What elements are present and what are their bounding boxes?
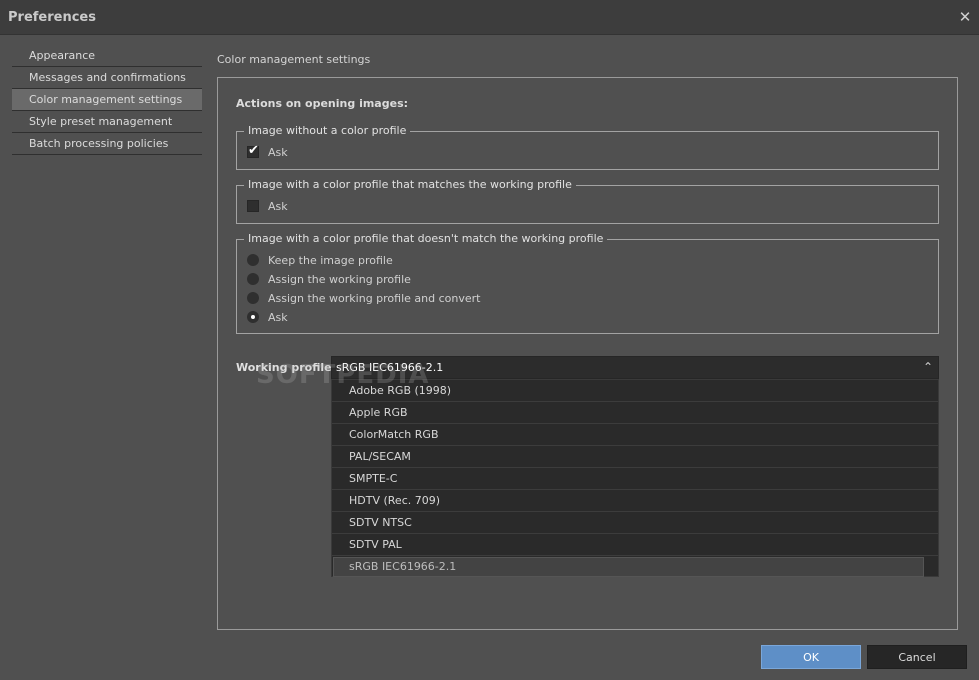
group-no-profile: Image without a color profile ✔ Ask: [236, 124, 939, 170]
cancel-button[interactable]: Cancel: [867, 645, 967, 669]
section-title: Color management settings: [217, 53, 371, 66]
actions-heading: Actions on opening images:: [236, 97, 409, 110]
group-matching-profile: Image with a color profile that matches …: [236, 178, 939, 224]
radio-ask[interactable]: Ask: [247, 311, 288, 327]
working-profile-label: Working profile:: [236, 361, 336, 374]
option-hdtv[interactable]: HDTV (Rec. 709): [332, 490, 938, 512]
radio-label: Assign the working profile: [268, 273, 411, 286]
group-matching-profile-legend: Image with a color profile that matches …: [244, 178, 576, 191]
group-mismatch-profile: Image with a color profile that doesn't …: [236, 232, 939, 334]
group-mismatch-profile-legend: Image with a color profile that doesn't …: [244, 232, 608, 245]
sidebar-item-style-presets[interactable]: Style preset management: [12, 111, 202, 133]
title-bar: Preferences ✕: [0, 0, 979, 35]
radio-icon[interactable]: [247, 273, 259, 285]
close-icon[interactable]: ✕: [957, 9, 973, 25]
option-srgb[interactable]: sRGB IEC61966-2.1: [333, 557, 924, 577]
window-title: Preferences: [8, 10, 96, 25]
radio-selected-icon[interactable]: [247, 311, 259, 323]
working-profile-options-list: Adobe RGB (1998) Apple RGB ColorMatch RG…: [331, 379, 939, 577]
radio-assign-and-convert[interactable]: Assign the working profile and convert: [247, 292, 480, 308]
working-profile-dropdown[interactable]: sRGB IEC61966-2.1 ⌃: [331, 356, 939, 379]
ok-button[interactable]: OK: [761, 645, 861, 669]
group-no-profile-legend: Image without a color profile: [244, 124, 411, 137]
matching-profile-ask-label: Ask: [268, 200, 288, 213]
matching-profile-ask-checkbox[interactable]: Ask: [247, 200, 288, 216]
checkbox-checked-icon[interactable]: ✔: [247, 143, 259, 158]
option-adobe-rgb[interactable]: Adobe RGB (1998): [332, 380, 938, 402]
radio-keep-image-profile[interactable]: Keep the image profile: [247, 254, 393, 270]
option-colormatch-rgb[interactable]: ColorMatch RGB: [332, 424, 938, 446]
no-profile-ask-checkbox[interactable]: ✔ Ask: [247, 143, 288, 162]
checkbox-unchecked-icon[interactable]: [247, 200, 259, 212]
option-pal-secam[interactable]: PAL/SECAM: [332, 446, 938, 468]
sidebar: Appearance Messages and confirmations Co…: [12, 45, 202, 155]
chevron-up-icon[interactable]: ⌃: [921, 359, 935, 375]
radio-icon[interactable]: [247, 254, 259, 266]
option-sdtv-pal[interactable]: SDTV PAL: [332, 534, 938, 556]
sidebar-item-messages[interactable]: Messages and confirmations: [12, 67, 202, 89]
radio-label: Keep the image profile: [268, 254, 393, 267]
option-smpte-c[interactable]: SMPTE-C: [332, 468, 938, 490]
sidebar-item-appearance[interactable]: Appearance: [12, 45, 202, 67]
no-profile-ask-label: Ask: [268, 146, 288, 159]
sidebar-item-color-management[interactable]: Color management settings: [12, 89, 202, 111]
radio-label: Assign the working profile and convert: [268, 292, 481, 305]
radio-icon[interactable]: [247, 292, 259, 304]
sidebar-item-batch-policies[interactable]: Batch processing policies: [12, 133, 202, 155]
working-profile-value: sRGB IEC61966-2.1: [336, 361, 444, 374]
option-sdtv-ntsc[interactable]: SDTV NTSC: [332, 512, 938, 534]
option-apple-rgb[interactable]: Apple RGB: [332, 402, 938, 424]
radio-label: Ask: [268, 311, 288, 324]
radio-assign-working-profile[interactable]: Assign the working profile: [247, 273, 411, 289]
